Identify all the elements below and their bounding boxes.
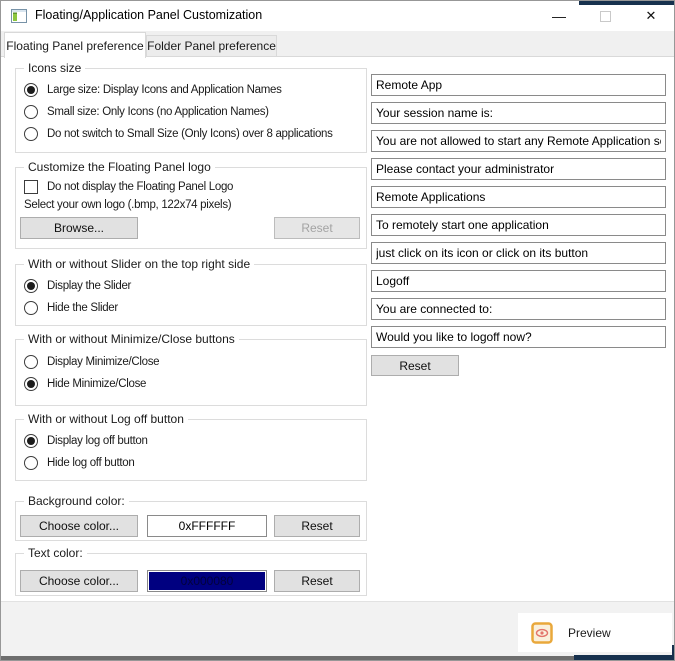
- group-icons-size: Icons size Large size: Display Icons and…: [15, 68, 367, 153]
- checkbox-no-logo[interactable]: Do not display the Floating Panel Logo: [24, 179, 233, 195]
- tab-folder-panel-preference[interactable]: Folder Panel preference: [146, 35, 277, 57]
- radio-label: Small size: Only Icons (no Application N…: [47, 106, 269, 118]
- radio-icon: [24, 127, 38, 141]
- radio-label: Display log off button: [47, 435, 148, 447]
- group-log-off: With or without Log off button Display l…: [15, 419, 367, 481]
- message-input-1[interactable]: [371, 74, 666, 96]
- group-slider: With or without Slider on the top right …: [15, 264, 367, 326]
- browse-button[interactable]: Browse...: [20, 217, 138, 239]
- logo-reset-button[interactable]: Reset: [274, 217, 360, 239]
- radio-hide-minclose[interactable]: Hide Minimize/Close: [24, 376, 146, 392]
- radio-large-size[interactable]: Large size: Display Icons and Applicatio…: [24, 82, 282, 98]
- messages-reset-button[interactable]: Reset: [371, 355, 459, 376]
- logo-hint: Select your own logo (.bmp, 122x74 pixel…: [24, 199, 231, 211]
- radio-label: Large size: Display Icons and Applicatio…: [47, 84, 282, 96]
- radio-label: Hide the Slider: [47, 302, 118, 314]
- message-input-2[interactable]: [371, 102, 666, 124]
- checkbox-icon: [24, 180, 38, 194]
- radio-label: Display the Slider: [47, 280, 131, 292]
- radio-display-slider[interactable]: Display the Slider: [24, 278, 131, 294]
- group-text-color: Text color: Choose color... 0x000080 Res…: [15, 553, 367, 596]
- radio-hide-slider[interactable]: Hide the Slider: [24, 300, 118, 316]
- footer-bar: Preview: [1, 601, 674, 656]
- maximize-icon: [600, 11, 611, 22]
- radio-icon: [24, 377, 38, 391]
- radio-icon: [24, 456, 38, 470]
- window-title: Floating/Application Panel Customization: [35, 8, 262, 22]
- group-logo: Customize the Floating Panel logo Do not…: [15, 167, 367, 249]
- message-input-3[interactable]: [371, 130, 666, 152]
- message-input-8[interactable]: [371, 270, 666, 292]
- radio-label: Display Minimize/Close: [47, 356, 159, 368]
- radio-icon: [24, 355, 38, 369]
- group-title: Customize the Floating Panel logo: [24, 160, 215, 174]
- radio-icon: [24, 83, 38, 97]
- background-window-edge: [574, 655, 675, 661]
- dialog-window: Floating/Application Panel Customization…: [0, 0, 675, 661]
- message-input-10[interactable]: [371, 326, 666, 348]
- radio-label: Hide log off button: [47, 457, 134, 469]
- background-color-reset-button[interactable]: Reset: [274, 515, 360, 537]
- radio-hide-logoff[interactable]: Hide log off button: [24, 455, 134, 471]
- title-bar: Floating/Application Panel Customization…: [1, 1, 674, 31]
- background-window-edge: [579, 1, 675, 5]
- radio-icon: [24, 105, 38, 119]
- message-input-5[interactable]: [371, 186, 666, 208]
- radio-icon: [24, 301, 38, 315]
- group-title: Icons size: [24, 61, 85, 75]
- radio-small-size[interactable]: Small size: Only Icons (no Application N…: [24, 104, 269, 120]
- group-title: With or without Minimize/Close buttons: [24, 332, 239, 346]
- checkbox-label: Do not display the Floating Panel Logo: [47, 181, 233, 193]
- minimize-button[interactable]: —: [536, 1, 582, 31]
- radio-icon: [24, 279, 38, 293]
- message-input-4[interactable]: [371, 158, 666, 180]
- radio-display-minclose[interactable]: Display Minimize/Close: [24, 354, 159, 370]
- preview-label: Preview: [568, 626, 611, 640]
- group-title: With or without Log off button: [24, 412, 188, 426]
- group-min-close: With or without Minimize/Close buttons D…: [15, 339, 367, 406]
- group-title: With or without Slider on the top right …: [24, 257, 254, 271]
- maximize-button[interactable]: [582, 1, 628, 31]
- preview-eye-icon: [531, 622, 553, 644]
- group-title: Background color:: [24, 494, 129, 508]
- message-input-9[interactable]: [371, 298, 666, 320]
- radio-label: Hide Minimize/Close: [47, 378, 146, 390]
- tab-floating-panel-preference[interactable]: Floating Panel preference: [4, 32, 146, 58]
- background-color-value[interactable]: 0xFFFFFF: [147, 515, 267, 537]
- radio-display-logoff[interactable]: Display log off button: [24, 433, 148, 449]
- radio-icon: [24, 434, 38, 448]
- message-input-7[interactable]: [371, 242, 666, 264]
- group-background-color: Background color: Choose color... 0xFFFF…: [15, 501, 367, 541]
- message-input-6[interactable]: [371, 214, 666, 236]
- tab-bar: Floating Panel preference Folder Panel p…: [1, 31, 674, 57]
- app-icon: [11, 8, 27, 24]
- radio-no-switch-small[interactable]: Do not switch to Small Size (Only Icons)…: [24, 126, 333, 142]
- text-color-reset-button[interactable]: Reset: [274, 570, 360, 592]
- preview-button[interactable]: Preview: [518, 613, 672, 652]
- radio-label: Do not switch to Small Size (Only Icons)…: [47, 128, 333, 140]
- choose-background-color-button[interactable]: Choose color...: [20, 515, 138, 537]
- background-window-edge: [1, 656, 574, 660]
- close-button[interactable]: ✕: [628, 1, 674, 31]
- group-title: Text color:: [24, 546, 87, 560]
- choose-text-color-button[interactable]: Choose color...: [20, 570, 138, 592]
- text-color-value[interactable]: 0x000080: [147, 570, 267, 592]
